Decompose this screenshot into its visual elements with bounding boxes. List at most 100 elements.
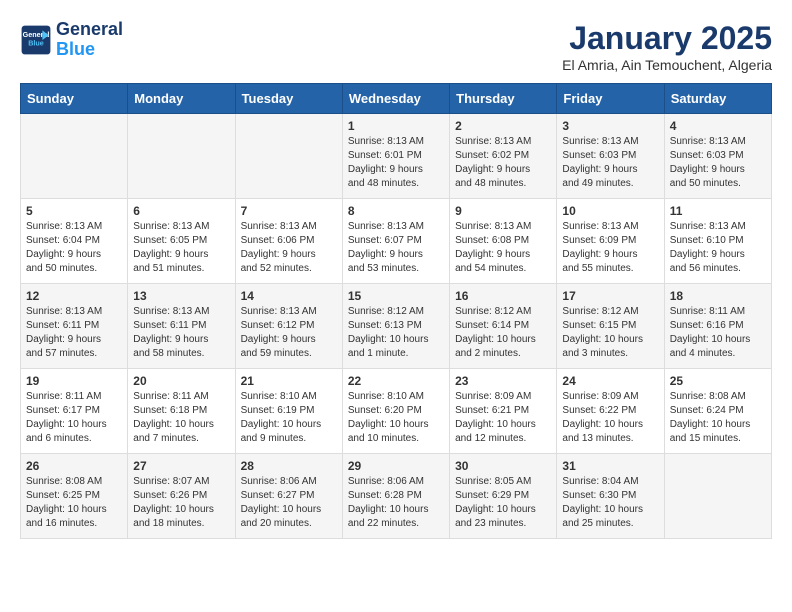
day-number: 23 [455, 374, 551, 388]
logo: General Blue General Blue [20, 20, 123, 60]
day-number: 3 [562, 119, 658, 133]
page-header: General Blue General Blue January 2025 E… [20, 20, 772, 73]
calendar-cell: 6Sunrise: 8:13 AM Sunset: 6:05 PM Daylig… [128, 199, 235, 284]
day-number: 24 [562, 374, 658, 388]
day-number: 25 [670, 374, 766, 388]
day-info: Sunrise: 8:13 AM Sunset: 6:01 PM Dayligh… [348, 135, 444, 191]
calendar-body: 1Sunrise: 8:13 AM Sunset: 6:01 PM Daylig… [21, 114, 772, 539]
day-number: 31 [562, 459, 658, 473]
calendar-cell: 17 Sunrise: 8:12 AM Sunset: 6:15 PM Dayli… [557, 284, 664, 369]
calendar-cell: 2Sunrise: 8:13 AM Sunset: 6:02 PM Daylig… [450, 114, 557, 199]
day-info: Sunrise: 8:13 AM Sunset: 6:03 PM Dayligh… [670, 135, 766, 191]
logo-icon: General Blue [20, 24, 52, 56]
title-block: January 2025 El Amria, Ain Temouchent, A… [562, 20, 772, 73]
day-number: 11 [670, 204, 766, 218]
day-info: Sunrise: 8:13 AM Sunset: 6:08 PM Dayligh… [455, 220, 551, 276]
day-info: Sunrise: 8:11 AM Sunset: 6:17 PM Dayligh… [26, 390, 122, 446]
calendar-header: SundayMondayTuesdayWednesdayThursdayFrid… [21, 84, 772, 114]
day-number: 18 [670, 289, 766, 303]
day-info: Sunrise: 8:10 AM Sunset: 6:20 PM Dayligh… [348, 390, 444, 446]
weekday-header-saturday: Saturday [664, 84, 771, 114]
logo-text: General Blue [56, 20, 123, 60]
day-info: Sunrise: 8:13 AM Sunset: 6:09 PM Dayligh… [562, 220, 658, 276]
day-number: 28 [241, 459, 337, 473]
calendar-cell: 15 Sunrise: 8:12 AM Sunset: 6:13 PM Dayli… [342, 284, 449, 369]
day-info: Sunrise: 8:13 AM Sunset: 6:07 PM Dayligh… [348, 220, 444, 276]
calendar-cell: 16 Sunrise: 8:12 AM Sunset: 6:14 PM Dayli… [450, 284, 557, 369]
day-info: Sunrise: 8:12 AM Sunset: 6:14 PM Dayligh… [455, 305, 551, 361]
calendar-cell: 4Sunrise: 8:13 AM Sunset: 6:03 PM Daylig… [664, 114, 771, 199]
calendar-cell: 18 Sunrise: 8:11 AM Sunset: 6:16 PM Dayli… [664, 284, 771, 369]
calendar-cell: 8 Sunrise: 8:13 AM Sunset: 6:07 PM Daylig… [342, 199, 449, 284]
day-info: Sunrise: 8:04 AM Sunset: 6:30 PM Dayligh… [562, 475, 658, 531]
day-number: 22 [348, 374, 444, 388]
day-info: Sunrise: 8:13 AM Sunset: 6:10 PM Dayligh… [670, 220, 766, 276]
calendar-cell: 20 Sunrise: 8:11 AM Sunset: 6:18 PM Dayli… [128, 369, 235, 454]
calendar-cell: 5Sunrise: 8:13 AM Sunset: 6:04 PM Daylig… [21, 199, 128, 284]
day-info: Sunrise: 8:09 AM Sunset: 6:21 PM Dayligh… [455, 390, 551, 446]
calendar-week-2: 5Sunrise: 8:13 AM Sunset: 6:04 PM Daylig… [21, 199, 772, 284]
calendar-cell: 22 Sunrise: 8:10 AM Sunset: 6:20 PM Dayli… [342, 369, 449, 454]
calendar-cell: 28 Sunrise: 8:06 AM Sunset: 6:27 PM Dayli… [235, 454, 342, 539]
day-number: 29 [348, 459, 444, 473]
day-info: Sunrise: 8:08 AM Sunset: 6:25 PM Dayligh… [26, 475, 122, 531]
calendar-cell: 1Sunrise: 8:13 AM Sunset: 6:01 PM Daylig… [342, 114, 449, 199]
day-info: Sunrise: 8:13 AM Sunset: 6:06 PM Dayligh… [241, 220, 337, 276]
day-number: 6 [133, 204, 229, 218]
day-info: Sunrise: 8:13 AM Sunset: 6:11 PM Dayligh… [26, 305, 122, 361]
calendar-cell: 14Sunrise: 8:13 AM Sunset: 6:12 PM Dayli… [235, 284, 342, 369]
calendar-cell [21, 114, 128, 199]
calendar-cell [128, 114, 235, 199]
day-number: 26 [26, 459, 122, 473]
calendar-cell [235, 114, 342, 199]
calendar-cell: 9Sunrise: 8:13 AM Sunset: 6:08 PM Daylig… [450, 199, 557, 284]
calendar-cell: 10Sunrise: 8:13 AM Sunset: 6:09 PM Dayli… [557, 199, 664, 284]
calendar-cell: 27 Sunrise: 8:07 AM Sunset: 6:26 PM Dayli… [128, 454, 235, 539]
day-info: Sunrise: 8:13 AM Sunset: 6:03 PM Dayligh… [562, 135, 658, 191]
calendar-cell: 13 Sunrise: 8:13 AM Sunset: 6:11 PM Dayli… [128, 284, 235, 369]
day-info: Sunrise: 8:12 AM Sunset: 6:13 PM Dayligh… [348, 305, 444, 361]
day-number: 27 [133, 459, 229, 473]
day-info: Sunrise: 8:07 AM Sunset: 6:26 PM Dayligh… [133, 475, 229, 531]
day-number: 14 [241, 289, 337, 303]
day-info: Sunrise: 8:06 AM Sunset: 6:27 PM Dayligh… [241, 475, 337, 531]
calendar-cell [664, 454, 771, 539]
weekday-header-thursday: Thursday [450, 84, 557, 114]
weekday-header-friday: Friday [557, 84, 664, 114]
day-info: Sunrise: 8:05 AM Sunset: 6:29 PM Dayligh… [455, 475, 551, 531]
calendar-table: SundayMondayTuesdayWednesdayThursdayFrid… [20, 83, 772, 539]
day-info: Sunrise: 8:08 AM Sunset: 6:24 PM Dayligh… [670, 390, 766, 446]
calendar-week-5: 26 Sunrise: 8:08 AM Sunset: 6:25 PM Dayli… [21, 454, 772, 539]
day-info: Sunrise: 8:13 AM Sunset: 6:11 PM Dayligh… [133, 305, 229, 361]
day-info: Sunrise: 8:11 AM Sunset: 6:18 PM Dayligh… [133, 390, 229, 446]
calendar-cell: 30Sunrise: 8:05 AM Sunset: 6:29 PM Dayli… [450, 454, 557, 539]
svg-text:Blue: Blue [28, 38, 44, 47]
calendar-cell: 26 Sunrise: 8:08 AM Sunset: 6:25 PM Dayli… [21, 454, 128, 539]
day-number: 16 [455, 289, 551, 303]
weekday-header-wednesday: Wednesday [342, 84, 449, 114]
day-info: Sunrise: 8:11 AM Sunset: 6:16 PM Dayligh… [670, 305, 766, 361]
calendar-cell: 7 Sunrise: 8:13 AM Sunset: 6:06 PM Daylig… [235, 199, 342, 284]
day-info: Sunrise: 8:12 AM Sunset: 6:15 PM Dayligh… [562, 305, 658, 361]
day-info: Sunrise: 8:06 AM Sunset: 6:28 PM Dayligh… [348, 475, 444, 531]
day-info: Sunrise: 8:09 AM Sunset: 6:22 PM Dayligh… [562, 390, 658, 446]
day-number: 20 [133, 374, 229, 388]
day-number: 21 [241, 374, 337, 388]
calendar-cell: 12Sunrise: 8:13 AM Sunset: 6:11 PM Dayli… [21, 284, 128, 369]
calendar-cell: 23 Sunrise: 8:09 AM Sunset: 6:21 PM Dayli… [450, 369, 557, 454]
weekday-header-row: SundayMondayTuesdayWednesdayThursdayFrid… [21, 84, 772, 114]
day-number: 15 [348, 289, 444, 303]
calendar-cell: 11 Sunrise: 8:13 AM Sunset: 6:10 PM Dayli… [664, 199, 771, 284]
day-number: 8 [348, 204, 444, 218]
calendar-week-1: 1Sunrise: 8:13 AM Sunset: 6:01 PM Daylig… [21, 114, 772, 199]
day-number: 13 [133, 289, 229, 303]
calendar-cell: 3 Sunrise: 8:13 AM Sunset: 6:03 PM Daylig… [557, 114, 664, 199]
day-number: 7 [241, 204, 337, 218]
calendar-cell: 29 Sunrise: 8:06 AM Sunset: 6:28 PM Dayli… [342, 454, 449, 539]
day-info: Sunrise: 8:10 AM Sunset: 6:19 PM Dayligh… [241, 390, 337, 446]
day-number: 17 [562, 289, 658, 303]
calendar-cell: 25 Sunrise: 8:08 AM Sunset: 6:24 PM Dayli… [664, 369, 771, 454]
calendar-cell: 24 Sunrise: 8:09 AM Sunset: 6:22 PM Dayli… [557, 369, 664, 454]
weekday-header-sunday: Sunday [21, 84, 128, 114]
day-info: Sunrise: 8:13 AM Sunset: 6:02 PM Dayligh… [455, 135, 551, 191]
